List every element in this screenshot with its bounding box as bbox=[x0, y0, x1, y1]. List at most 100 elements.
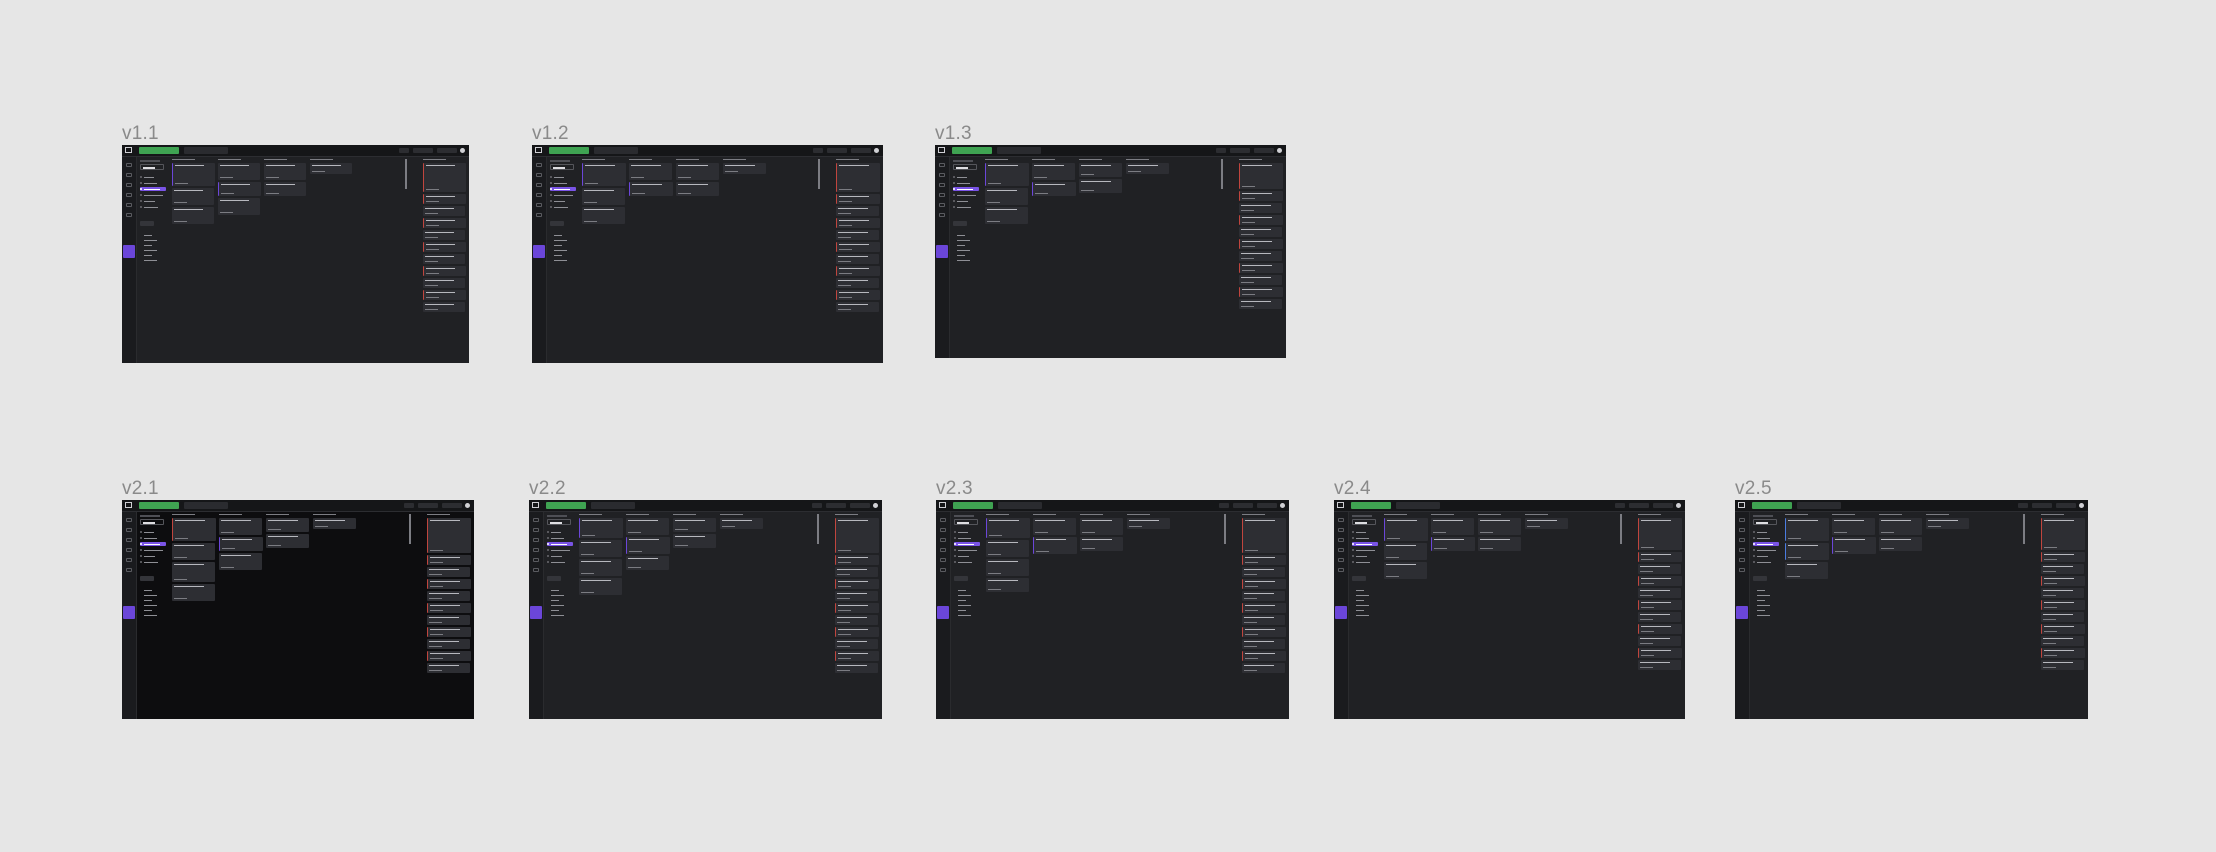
nav-icon[interactable] bbox=[1338, 538, 1344, 542]
issue-card[interactable] bbox=[2041, 552, 2085, 562]
issue-card[interactable] bbox=[1079, 179, 1122, 193]
nav-icon[interactable] bbox=[939, 193, 945, 197]
create-button[interactable] bbox=[139, 502, 179, 509]
create-button[interactable] bbox=[1351, 502, 1391, 509]
issue-card[interactable] bbox=[835, 651, 879, 661]
nav-icon[interactable] bbox=[939, 183, 945, 187]
filter-item[interactable] bbox=[1352, 588, 1378, 592]
sidebar-item[interactable] bbox=[1753, 554, 1779, 558]
active-rail-item[interactable] bbox=[937, 606, 949, 619]
issue-card[interactable] bbox=[836, 290, 880, 300]
collapsed-column[interactable] bbox=[1620, 514, 1622, 544]
issue-card[interactable] bbox=[1242, 663, 1285, 673]
issue-card[interactable] bbox=[2041, 518, 2085, 550]
toolbar-button[interactable] bbox=[827, 148, 847, 153]
save-filter-button[interactable] bbox=[547, 576, 561, 581]
issue-card[interactable] bbox=[836, 254, 879, 264]
toolbar-button[interactable] bbox=[826, 503, 846, 508]
sidebar-item[interactable] bbox=[1753, 530, 1779, 534]
filter-item[interactable] bbox=[140, 253, 166, 257]
toolbar-button[interactable] bbox=[1653, 503, 1673, 508]
toolbar-button[interactable] bbox=[404, 503, 414, 508]
sidebar-item[interactable] bbox=[1352, 560, 1378, 564]
team-select[interactable] bbox=[1753, 519, 1777, 525]
filter-item[interactable] bbox=[140, 588, 166, 592]
issue-card[interactable] bbox=[836, 206, 879, 216]
issue-card[interactable] bbox=[835, 615, 878, 625]
toolbar-button[interactable] bbox=[1230, 148, 1250, 153]
issue-card[interactable] bbox=[1638, 588, 1681, 598]
create-button[interactable] bbox=[952, 147, 992, 154]
issue-card[interactable] bbox=[427, 555, 471, 565]
issue-card[interactable] bbox=[1080, 518, 1123, 535]
search-input[interactable] bbox=[1797, 502, 1841, 509]
filter-item[interactable] bbox=[953, 253, 979, 257]
toolbar-button[interactable] bbox=[2032, 503, 2052, 508]
issue-card[interactable] bbox=[1242, 591, 1285, 601]
active-rail-item[interactable] bbox=[533, 245, 545, 258]
issue-card[interactable] bbox=[986, 518, 1030, 538]
filter-item[interactable] bbox=[140, 248, 166, 252]
collapsed-column[interactable] bbox=[405, 159, 407, 189]
issue-card[interactable] bbox=[985, 207, 1028, 224]
sidebar-item[interactable] bbox=[140, 530, 166, 534]
filter-item[interactable] bbox=[140, 233, 166, 237]
nav-icon[interactable] bbox=[126, 528, 132, 532]
nav-icon[interactable] bbox=[533, 568, 539, 572]
active-rail-item[interactable] bbox=[1335, 606, 1347, 619]
issue-card[interactable] bbox=[427, 615, 470, 625]
issue-card[interactable] bbox=[172, 163, 215, 186]
issue-card[interactable] bbox=[423, 302, 465, 312]
filter-item[interactable] bbox=[550, 243, 576, 247]
issue-card[interactable] bbox=[2041, 600, 2085, 610]
nav-icon[interactable] bbox=[126, 193, 132, 197]
team-select[interactable] bbox=[1352, 519, 1376, 525]
filter-item[interactable] bbox=[954, 588, 980, 592]
app-logo-icon[interactable] bbox=[125, 147, 132, 153]
active-rail-item[interactable] bbox=[1736, 606, 1748, 619]
sidebar-item[interactable] bbox=[140, 199, 166, 203]
issue-card[interactable] bbox=[1832, 537, 1876, 554]
issue-card[interactable] bbox=[423, 290, 466, 300]
issue-card[interactable] bbox=[423, 254, 465, 264]
app-logo-icon[interactable] bbox=[1738, 502, 1745, 508]
nav-icon[interactable] bbox=[940, 558, 946, 562]
settings-icon[interactable] bbox=[1676, 503, 1681, 508]
collapsed-column[interactable] bbox=[817, 514, 819, 544]
settings-icon[interactable] bbox=[1280, 503, 1285, 508]
filter-item[interactable] bbox=[953, 233, 979, 237]
save-filter-button[interactable] bbox=[140, 221, 154, 226]
sidebar-item[interactable] bbox=[1352, 530, 1378, 534]
issue-card[interactable] bbox=[219, 518, 262, 535]
issue-card[interactable] bbox=[835, 579, 879, 589]
issue-card[interactable] bbox=[1638, 576, 1682, 586]
sidebar-item[interactable] bbox=[140, 175, 166, 179]
issue-card[interactable] bbox=[1242, 639, 1285, 649]
settings-icon[interactable] bbox=[873, 503, 878, 508]
issue-card[interactable] bbox=[172, 562, 215, 582]
issue-card[interactable] bbox=[985, 188, 1028, 205]
filter-item[interactable] bbox=[547, 613, 573, 617]
nav-icon[interactable] bbox=[940, 518, 946, 522]
sidebar-item[interactable] bbox=[140, 193, 166, 197]
issue-card[interactable] bbox=[1785, 518, 1829, 541]
issue-card[interactable] bbox=[835, 627, 879, 637]
filter-item[interactable] bbox=[550, 253, 576, 257]
issue-card[interactable] bbox=[673, 534, 716, 548]
create-button[interactable] bbox=[953, 502, 993, 509]
issue-card[interactable] bbox=[1638, 518, 1682, 550]
issue-card[interactable] bbox=[2041, 564, 2084, 574]
sidebar-item[interactable] bbox=[953, 181, 979, 185]
sidebar-item[interactable] bbox=[550, 187, 576, 191]
sidebar-item[interactable] bbox=[954, 530, 980, 534]
sidebar-item[interactable] bbox=[954, 548, 980, 552]
nav-icon[interactable] bbox=[536, 213, 542, 217]
settings-icon[interactable] bbox=[874, 148, 879, 153]
search-input[interactable] bbox=[997, 147, 1041, 154]
issue-card[interactable] bbox=[218, 163, 260, 180]
issue-card[interactable] bbox=[1242, 555, 1286, 565]
nav-icon[interactable] bbox=[1739, 548, 1745, 552]
filter-item[interactable] bbox=[954, 598, 980, 602]
issue-card[interactable] bbox=[1239, 299, 1282, 309]
nav-icon[interactable] bbox=[126, 173, 132, 177]
